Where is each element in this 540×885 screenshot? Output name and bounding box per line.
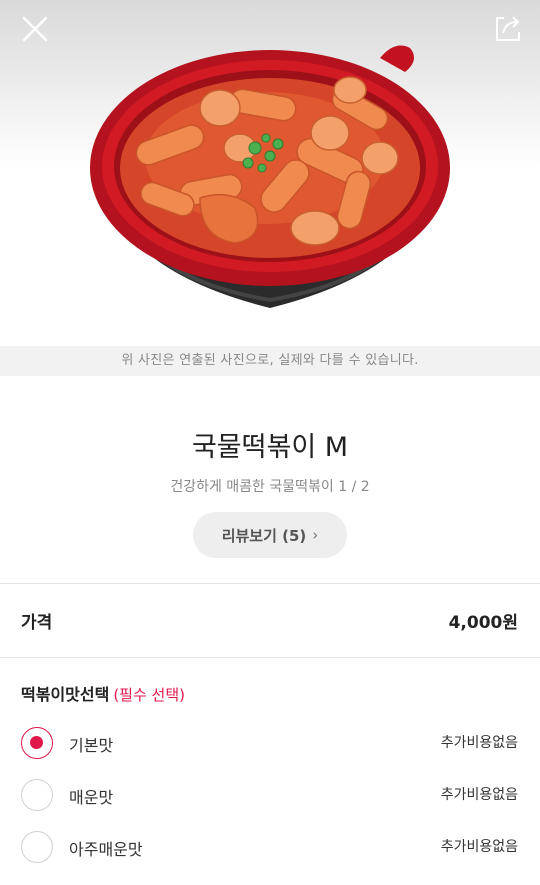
radio-unselected[interactable]	[21, 831, 53, 863]
divider	[0, 657, 540, 658]
tteokbokki-bowl-image	[90, 45, 450, 308]
product-description: 건강하게 매콤한 국물떡볶이 1 / 2	[170, 479, 370, 495]
product-image-area	[0, 0, 540, 346]
radio-unselected[interactable]	[21, 779, 53, 811]
option-extra-cost: 추가비용없음	[440, 735, 518, 751]
photo-disclaimer: 위 사진은 연출된 사진으로, 실제와 다를 수 있습니다.	[0, 346, 540, 376]
close-icon[interactable]	[18, 12, 52, 46]
price-value: 4,000원	[448, 613, 518, 633]
divider	[0, 583, 540, 584]
option-label: 매운맛	[69, 788, 114, 807]
radio-selected[interactable]	[21, 727, 53, 759]
option-row-basic[interactable]: 기본맛 추가비용없음	[0, 723, 540, 763]
option-row-very-spicy[interactable]: 아주매운맛 추가비용없음	[0, 827, 540, 867]
review-button-label: 리뷰보기 (5)	[221, 526, 307, 545]
required-badge: (필수 선택)	[113, 686, 186, 704]
option-group-name: 떡볶이맛선택	[21, 685, 110, 704]
chevron-right-icon: ›	[312, 526, 319, 544]
product-title: 국물떡볶이 M	[191, 432, 349, 463]
option-group-title: 떡볶이맛선택 (필수 선택)	[21, 681, 185, 705]
option-extra-cost: 추가비용없음	[440, 839, 518, 855]
share-icon[interactable]	[490, 11, 524, 45]
option-row-spicy[interactable]: 매운맛 추가비용없음	[0, 775, 540, 815]
option-extra-cost: 추가비용없음	[440, 787, 518, 803]
option-label: 아주매운맛	[69, 840, 143, 859]
price-label: 가격	[21, 613, 53, 633]
option-label: 기본맛	[69, 736, 114, 755]
review-button[interactable]: 리뷰보기 (5) ›	[193, 512, 347, 558]
